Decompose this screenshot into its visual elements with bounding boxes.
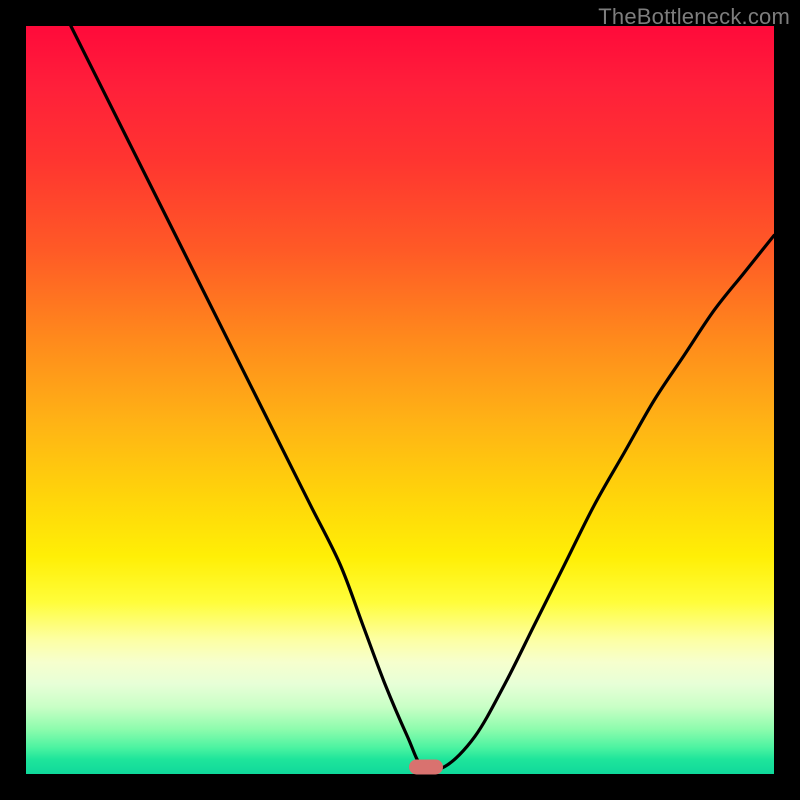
watermark-text: TheBottleneck.com (598, 4, 790, 30)
chart-frame: TheBottleneck.com (0, 0, 800, 800)
optimal-marker (409, 759, 443, 774)
curve-path (71, 26, 774, 770)
bottleneck-curve (26, 26, 774, 774)
plot-area (26, 26, 774, 774)
